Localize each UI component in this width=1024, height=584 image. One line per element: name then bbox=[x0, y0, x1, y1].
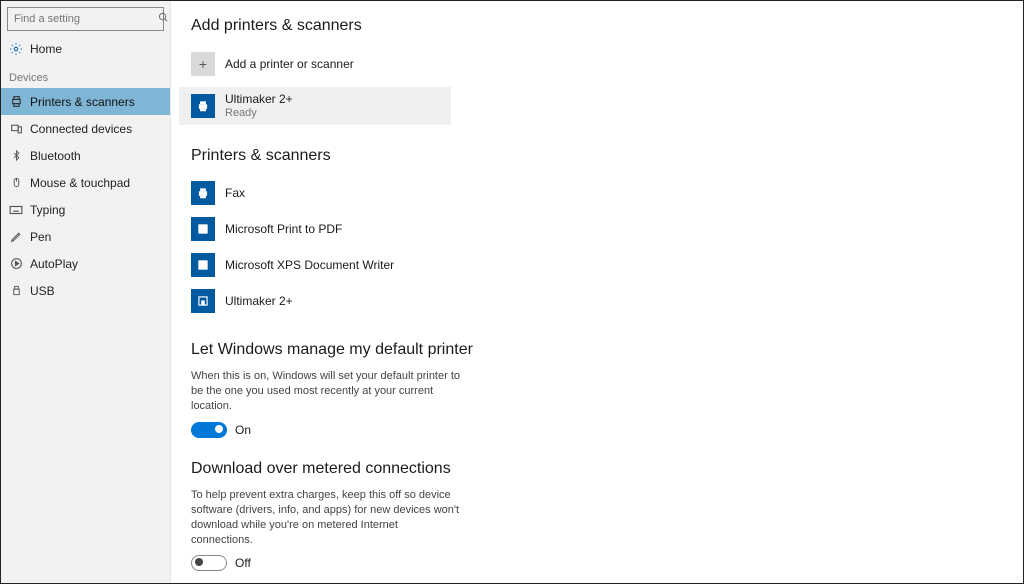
metered-section-desc: To help prevent extra charges, keep this… bbox=[191, 488, 461, 547]
printer-name: Ultimaker 2+ bbox=[225, 294, 293, 308]
sidebar-item-typing[interactable]: Typing bbox=[1, 196, 170, 223]
gear-icon bbox=[9, 42, 23, 56]
printers-list-title: Printers & scanners bbox=[191, 147, 1003, 165]
sidebar-home-label: Home bbox=[30, 42, 62, 56]
sidebar-item-label: Typing bbox=[30, 203, 65, 217]
printer-icon bbox=[191, 253, 215, 277]
sidebar-item-mouse[interactable]: Mouse & touchpad bbox=[1, 169, 170, 196]
printer-row[interactable]: Microsoft XPS Document Writer bbox=[191, 247, 1003, 283]
default-section-title: Let Windows manage my default printer bbox=[191, 341, 1003, 359]
metered-section-title: Download over metered connections bbox=[191, 460, 1003, 478]
sidebar-item-printers[interactable]: Printers & scanners bbox=[1, 88, 170, 115]
metered-toggle-label: Off bbox=[235, 556, 251, 570]
sidebar-home[interactable]: Home bbox=[1, 35, 170, 62]
printer-name: Microsoft Print to PDF bbox=[225, 222, 342, 236]
pen-icon bbox=[9, 230, 23, 244]
printer-icon bbox=[191, 217, 215, 241]
search-input[interactable] bbox=[12, 12, 158, 26]
default-toggle-label: On bbox=[235, 423, 251, 437]
printer-name: Microsoft XPS Document Writer bbox=[225, 258, 394, 272]
printer-icon bbox=[9, 95, 23, 109]
found-device-status: Ready bbox=[225, 107, 293, 120]
bluetooth-icon bbox=[9, 149, 23, 163]
main-content[interactable]: Add printers & scanners + Add a printer … bbox=[171, 1, 1023, 583]
plus-icon: + bbox=[191, 52, 215, 76]
found-device-row[interactable]: Ultimaker 2+ Ready bbox=[179, 87, 451, 125]
sidebar-item-label: Connected devices bbox=[30, 122, 132, 136]
search-box[interactable] bbox=[7, 7, 164, 31]
metered-toggle[interactable] bbox=[191, 555, 227, 571]
found-device-text: Ultimaker 2+ Ready bbox=[225, 93, 293, 119]
sidebar-item-pen[interactable]: Pen bbox=[1, 223, 170, 250]
printer-icon bbox=[191, 94, 215, 118]
default-section-desc: When this is on, Windows will set your d… bbox=[191, 369, 461, 414]
default-toggle[interactable] bbox=[191, 422, 227, 438]
printer-icon bbox=[191, 181, 215, 205]
sidebar-item-label: Bluetooth bbox=[30, 149, 81, 163]
printer-icon bbox=[191, 289, 215, 313]
printer-name: Fax bbox=[225, 186, 245, 200]
metered-toggle-row: Off bbox=[191, 555, 1003, 571]
devices-icon bbox=[9, 122, 23, 136]
printer-row[interactable]: Microsoft Print to PDF bbox=[191, 211, 1003, 247]
add-printer-label: Add a printer or scanner bbox=[225, 57, 354, 71]
autoplay-icon bbox=[9, 257, 23, 271]
keyboard-icon bbox=[9, 203, 23, 217]
found-device-name: Ultimaker 2+ bbox=[225, 93, 293, 107]
add-printer-row[interactable]: + Add a printer or scanner bbox=[191, 49, 441, 79]
sidebar-section-label: Devices bbox=[1, 62, 170, 88]
default-toggle-row: On bbox=[191, 422, 1003, 438]
sidebar-item-label: USB bbox=[30, 284, 55, 298]
sidebar-item-label: AutoPlay bbox=[30, 257, 78, 271]
sidebar-item-autoplay[interactable]: AutoPlay bbox=[1, 250, 170, 277]
page-title: Add printers & scanners bbox=[191, 17, 1003, 35]
mouse-icon bbox=[9, 176, 23, 190]
search-icon bbox=[158, 12, 169, 26]
sidebar-item-bluetooth[interactable]: Bluetooth bbox=[1, 142, 170, 169]
sidebar-item-connected-devices[interactable]: Connected devices bbox=[1, 115, 170, 142]
sidebar-item-usb[interactable]: USB bbox=[1, 277, 170, 304]
sidebar: Home Devices Printers & scanners Connect… bbox=[1, 1, 171, 583]
sidebar-item-label: Printers & scanners bbox=[30, 95, 135, 109]
sidebar-item-label: Mouse & touchpad bbox=[30, 176, 130, 190]
settings-window: Home Devices Printers & scanners Connect… bbox=[0, 0, 1024, 584]
sidebar-item-label: Pen bbox=[30, 230, 51, 244]
printer-row[interactable]: Fax bbox=[191, 175, 1003, 211]
printer-row[interactable]: Ultimaker 2+ bbox=[191, 283, 1003, 319]
usb-icon bbox=[9, 284, 23, 298]
